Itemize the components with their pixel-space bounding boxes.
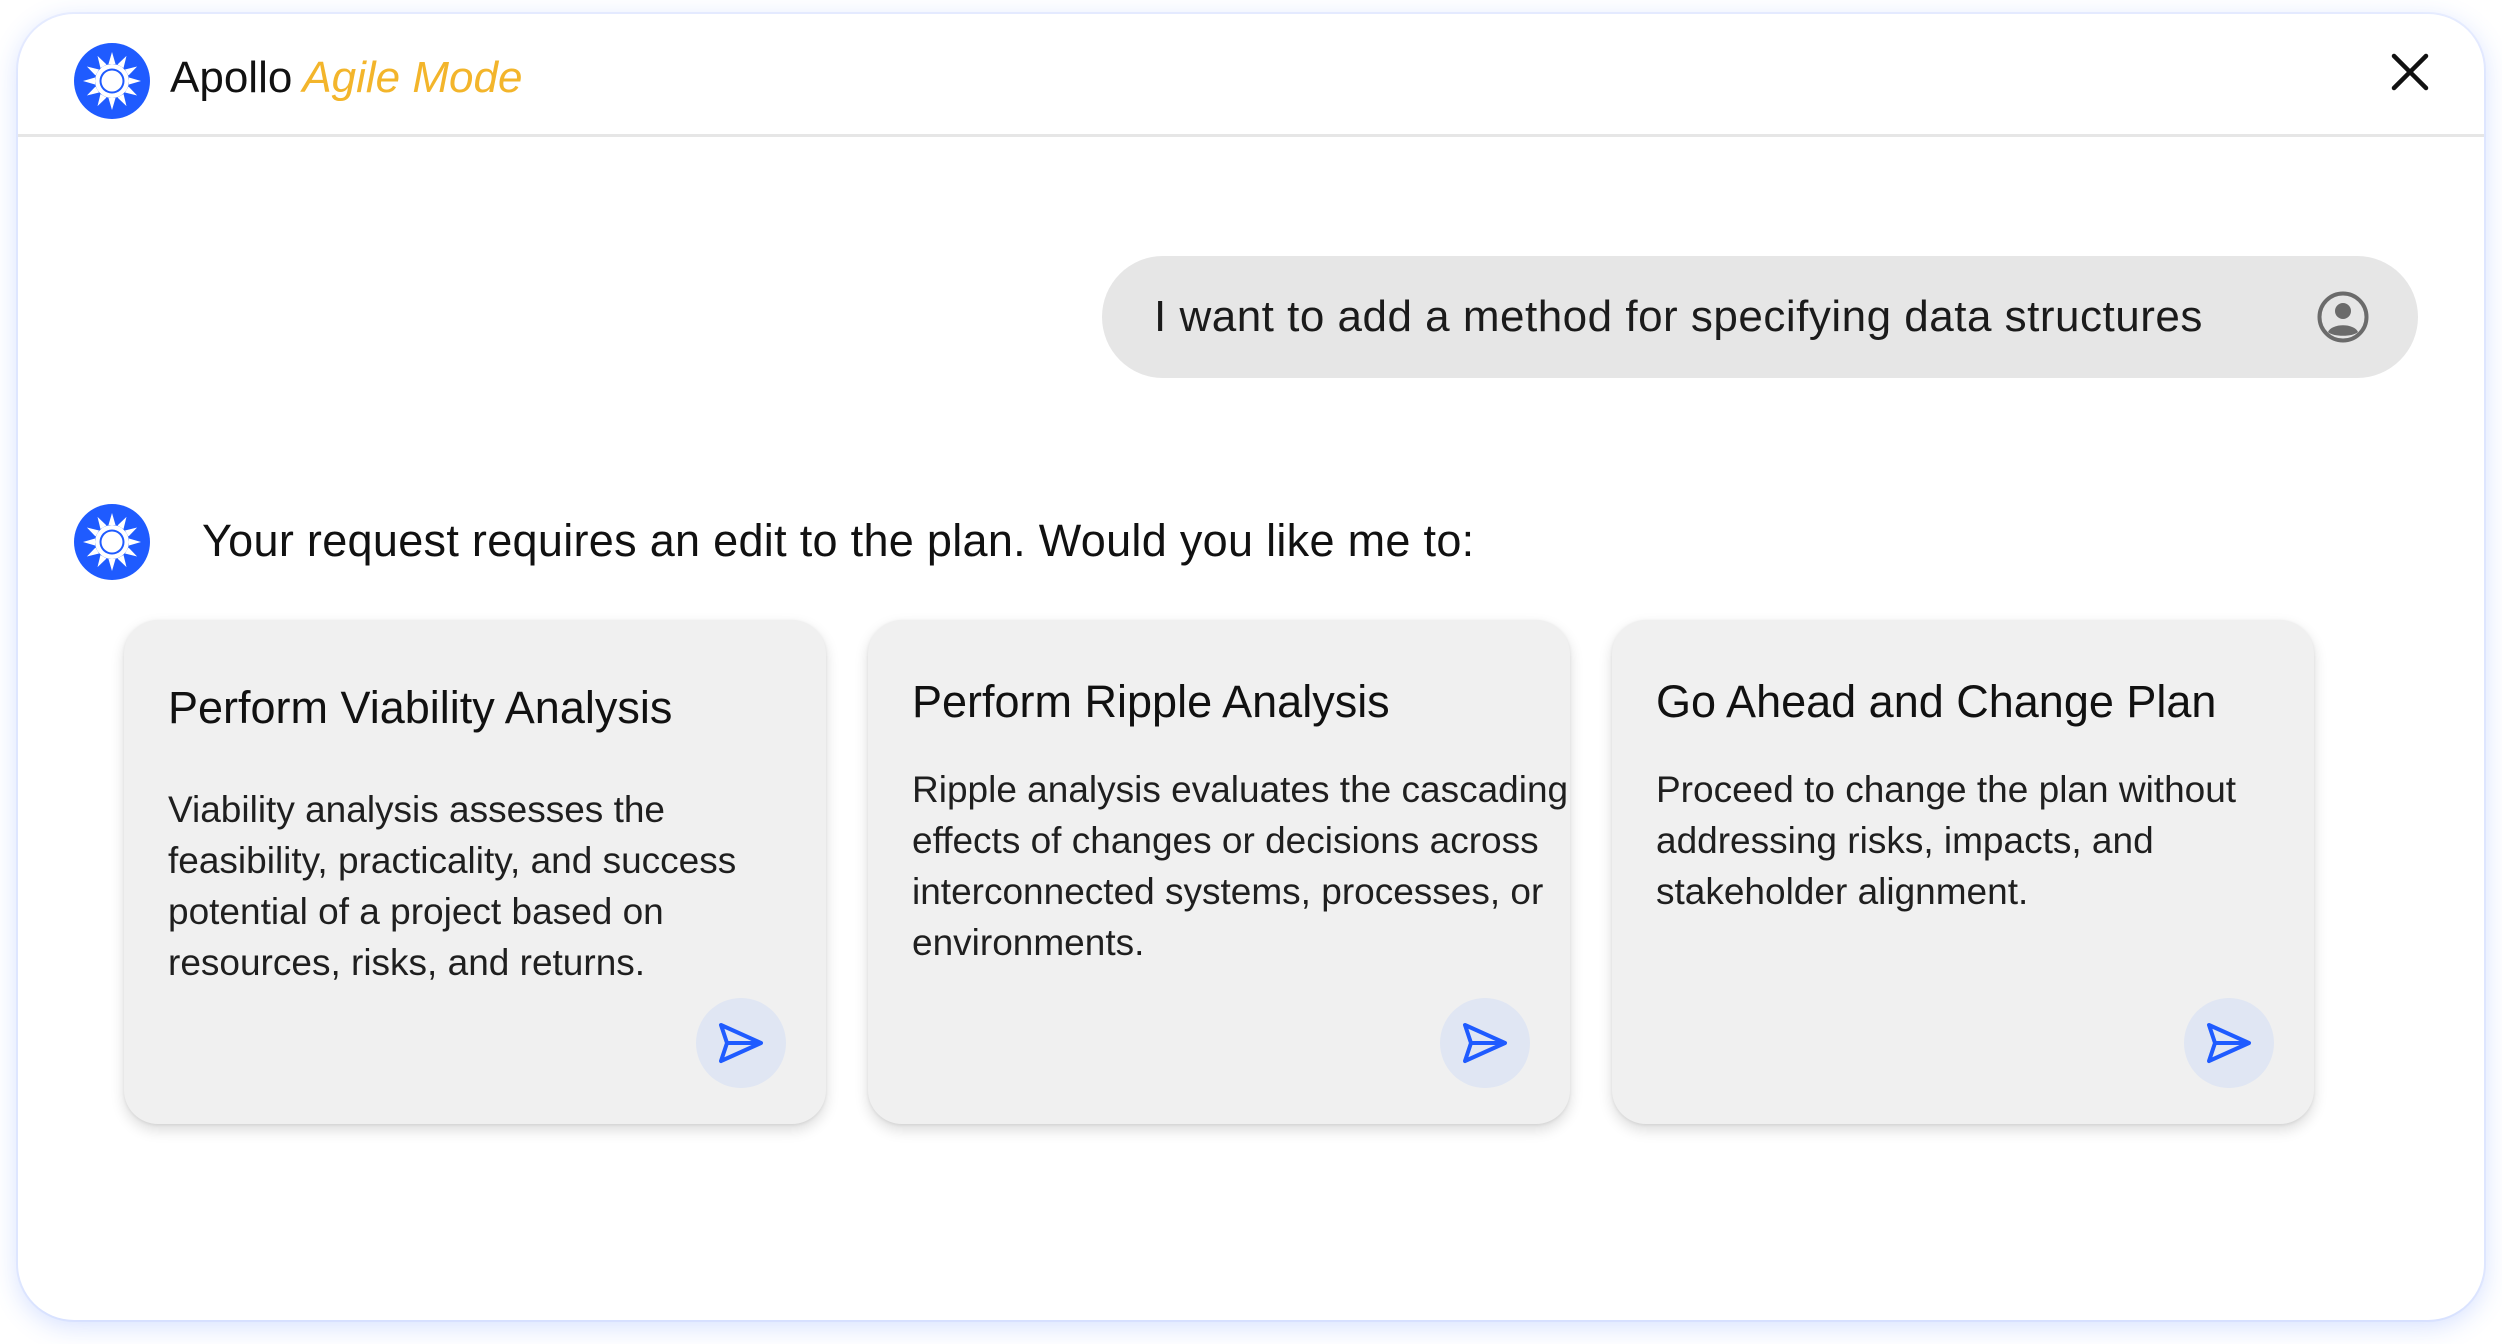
option-description: Ripple analysis evaluates the cascading …: [912, 769, 1569, 963]
option-card-change-plan[interactable]: Go Ahead and Change Plan Proceed to chan…: [1612, 620, 2314, 1124]
mode-label: Agile Mode: [302, 53, 523, 102]
send-button[interactable]: [696, 998, 786, 1088]
option-card-viability-analysis[interactable]: Perform Viability Analysis Viability ana…: [124, 620, 826, 1124]
user-message-bubble: I want to add a method for specifying da…: [1102, 256, 2418, 378]
option-description: Viability analysis assesses the feasibil…: [168, 789, 737, 983]
option-description: Proceed to change the plan without addre…: [1656, 769, 2237, 912]
option-title: Go Ahead and Change Plan: [1656, 676, 2217, 727]
assistant-message-text: Your request requires an edit to the pla…: [202, 515, 1475, 566]
close-button[interactable]: [2382, 44, 2438, 100]
app-title: Apollo Agile Mode: [170, 52, 522, 104]
option-card-ripple-analysis[interactable]: Perform Ripple Analysis Ripple analysis …: [868, 620, 1570, 1124]
option-title: Perform Viability Analysis: [168, 682, 673, 733]
assistant-panel: Apollo Agile Mode I want to add a method …: [18, 14, 2484, 1320]
assistant-avatar-icon: [74, 504, 150, 580]
user-message-text: I want to add a method for specifying da…: [1154, 292, 2203, 341]
app-name: Apollo: [170, 53, 293, 102]
user-avatar-icon: [2316, 290, 2370, 344]
send-button[interactable]: [2184, 998, 2274, 1088]
send-icon: [2207, 1023, 2251, 1063]
title-bar: Apollo Agile Mode: [18, 14, 2484, 137]
send-button[interactable]: [1440, 998, 1530, 1088]
option-title: Perform Ripple Analysis: [912, 676, 1390, 727]
send-icon: [1463, 1023, 1507, 1063]
send-icon: [719, 1023, 763, 1063]
apollo-logo-icon: [74, 43, 150, 119]
close-icon: [2391, 53, 2429, 91]
